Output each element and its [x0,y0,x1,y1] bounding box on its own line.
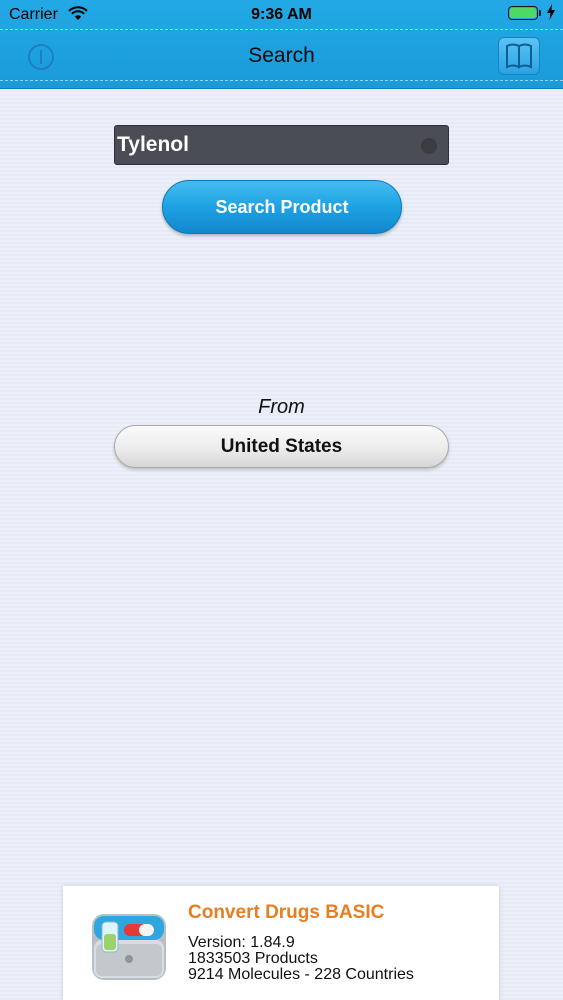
app-medicine-box-icon [92,914,166,980]
page-title: Search [248,44,315,67]
battery-icon [508,6,538,20]
molecule-country-count: 9214 Molecules - 228 Countries [188,966,414,983]
stitch-line-bottom [0,80,563,81]
search-field[interactable] [114,125,449,165]
book-glyph-icon [506,43,532,69]
search-input[interactable] [115,126,417,164]
charging-bolt-icon [547,4,555,20]
navigation-bar: Carrier 9:36 AM Search [0,0,563,89]
app-name: Convert Drugs BASIC [188,902,385,923]
clear-search-icon[interactable] [421,138,437,154]
status-bar: Carrier 9:36 AM [0,0,563,30]
clock: 9:36 AM [251,6,312,23]
search-product-button[interactable]: Search Product [162,180,402,234]
book-icon[interactable] [498,37,540,75]
battery-tip [539,10,541,16]
country-selector-button[interactable]: United States [114,425,449,468]
from-label: From [258,396,305,418]
app-info-card[interactable]: Convert Drugs BASIC Version: 1.84.9 1833… [63,886,499,1000]
